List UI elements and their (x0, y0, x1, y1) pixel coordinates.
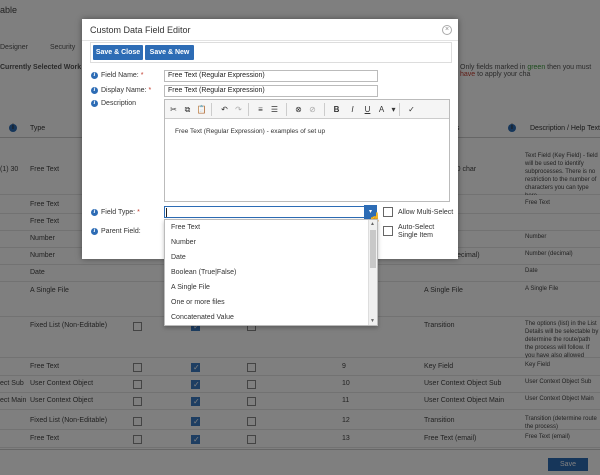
field-type-dropdown[interactable]: Free Text Number Date Boolean (True|False) A… (164, 219, 378, 326)
dropdown-scrollbar[interactable]: ▲ ▼ (368, 220, 377, 325)
auto-select-single-item-checkbox[interactable] (383, 226, 393, 236)
field-type-select[interactable] (164, 206, 376, 218)
italic-icon[interactable]: I (347, 104, 358, 115)
allow-multi-select-checkbox[interactable] (383, 207, 393, 217)
dialog-toolbar: Save & Close Save & New (90, 42, 452, 63)
label-text: Field Name: (101, 72, 139, 79)
text-color-icon[interactable]: A (376, 104, 387, 115)
label-text: Auto-Select (398, 224, 435, 231)
auto-select-label: Auto-Select Single Item (398, 224, 434, 240)
description-editor[interactable]: ✂ ⧉ 📋 ↶ ↷ ≡ ☰ ⊗ ⊘ B I U A ▾ ✓ Free Text (Regular Expre… (164, 99, 450, 202)
spellcheck-icon[interactable]: ✓ (406, 104, 417, 115)
description-text[interactable]: Free Text (Regular Expression) - example… (175, 128, 325, 135)
required-mark: * (137, 209, 140, 216)
redo-icon[interactable]: ↷ (233, 104, 244, 115)
label-text: Single Item (398, 232, 434, 239)
required-mark: * (148, 87, 152, 94)
text-caret (166, 208, 167, 217)
toolbar-divider (286, 103, 287, 116)
field-name-input[interactable]: Free Text (Regular Expression) (164, 70, 378, 82)
unlink-icon[interactable]: ⊘ (307, 104, 318, 115)
display-name-input[interactable]: Free Text (Regular Expression) (164, 85, 378, 97)
cut-icon[interactable]: ✂ (168, 104, 179, 115)
dropdown-option[interactable]: Date (171, 254, 186, 261)
dropdown-option[interactable]: A Single File (171, 284, 210, 291)
link-icon[interactable]: ⊗ (293, 104, 304, 115)
toolbar-divider (399, 103, 400, 116)
field-type-label: Field Type: * (101, 209, 140, 216)
underline-icon[interactable]: U (362, 104, 373, 115)
toolbar-divider (248, 103, 249, 116)
dropdown-option[interactable]: Free Text (171, 224, 200, 231)
save-and-new-button[interactable]: Save & New (145, 45, 194, 60)
label-text: Display Name: (101, 87, 147, 94)
info-icon: i (91, 72, 98, 79)
info-icon: i (91, 228, 98, 235)
label-text: Field Type: (101, 209, 136, 216)
allow-multi-select-label: Allow Multi-Select (398, 209, 454, 216)
copy-icon[interactable]: ⧉ (182, 104, 193, 115)
dropdown-option[interactable]: Boolean (True|False) (171, 269, 236, 276)
dropdown-option[interactable]: One or more files (171, 299, 225, 306)
bulleted-list-icon[interactable]: ☰ (269, 104, 280, 115)
scrollbar-thumb[interactable] (370, 230, 376, 268)
dropdown-option[interactable]: Number (171, 239, 196, 246)
required-mark: * (140, 72, 144, 79)
dialog-header: Custom Data Field Editor × (82, 19, 458, 41)
info-icon: i (91, 100, 98, 107)
description-label: Description (101, 100, 137, 107)
toolbar-divider (211, 103, 212, 116)
field-name-label: Field Name: * (101, 72, 143, 79)
paste-icon[interactable]: 📋 (196, 104, 207, 115)
scroll-up-icon[interactable]: ▲ (370, 221, 375, 227)
info-icon: i (91, 87, 98, 94)
info-icon: i (91, 209, 98, 216)
chevron-down-icon[interactable]: ▾ (388, 104, 399, 115)
dialog-title: Custom Data Field Editor (90, 25, 191, 35)
display-name-label: Display Name: * (101, 87, 151, 94)
scroll-down-icon[interactable]: ▼ (370, 318, 375, 324)
numbered-list-icon[interactable]: ≡ (255, 104, 266, 115)
close-icon[interactable]: × (442, 25, 452, 35)
bold-icon[interactable]: B (331, 104, 342, 115)
parent-field-label: Parent Field: (101, 228, 141, 235)
undo-icon[interactable]: ↶ (219, 104, 230, 115)
toolbar-divider (324, 103, 325, 116)
dropdown-option[interactable]: Concatenated Value (171, 314, 234, 321)
editor-toolbar: ✂ ⧉ 📋 ↶ ↷ ≡ ☰ ⊗ ⊘ B I U A ▾ ✓ (165, 100, 449, 119)
save-and-close-button[interactable]: Save & Close (93, 45, 143, 60)
